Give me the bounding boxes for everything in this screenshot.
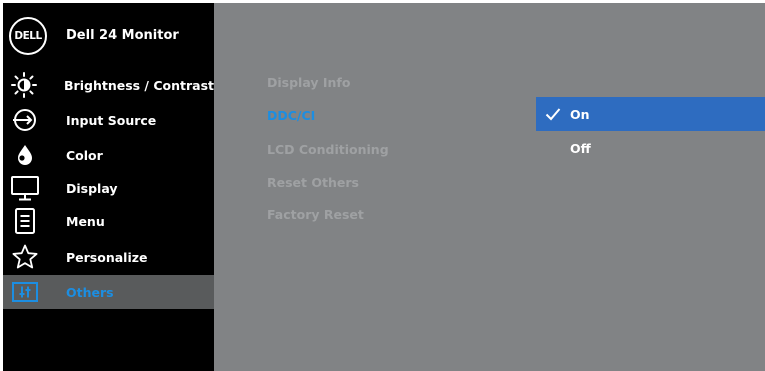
checkmark-icon [540,107,566,121]
submenu-item-ddc-ci[interactable]: DDC/CI [267,108,315,123]
sidebar-item-label: Others [66,284,114,300]
brightness-icon [9,70,39,100]
submenu-panel: Display Info DDC/CI LCD Conditioning Res… [214,3,765,371]
sidebar-item-personalize[interactable]: Personalize [3,240,214,274]
submenu-item-reset-others[interactable]: Reset Others [267,175,359,190]
sidebar-item-label: Color [66,147,103,163]
option-on[interactable]: On [536,97,765,131]
sidebar: DELL Dell 24 Monitor Brightness / Contra… [3,3,214,371]
input-source-icon [9,105,41,135]
sidebar-item-brightness-contrast[interactable]: Brightness / Contrast [3,68,214,102]
option-label: Off [570,140,591,156]
sidebar-item-label: Brightness / Contrast [64,77,214,93]
submenu-item-display-info[interactable]: Display Info [267,75,350,90]
sidebar-item-label: Input Source [66,112,157,128]
monitor-title: Dell 24 Monitor [66,28,179,43]
menu-icon [9,206,41,236]
sidebar-item-display[interactable]: Display [3,171,214,205]
sidebar-item-menu[interactable]: Menu [3,204,214,238]
option-label: On [570,106,590,122]
sidebar-item-label: Display [66,180,118,196]
sidebar-item-color[interactable]: Color [3,138,214,172]
dell-logo: DELL [9,16,47,55]
display-icon [9,173,41,203]
submenu-item-lcd-conditioning[interactable]: LCD Conditioning [267,142,389,157]
monitor-osd: DELL Dell 24 Monitor Brightness / Contra… [3,3,765,371]
sidebar-item-label: Personalize [66,249,148,265]
color-icon [9,140,41,170]
sidebar-item-label: Menu [66,213,105,229]
osd-header: DELL Dell 24 Monitor [3,3,214,68]
sidebar-item-others[interactable]: Others [3,275,214,309]
submenu-item-factory-reset[interactable]: Factory Reset [267,207,364,222]
others-icon [9,277,41,307]
option-off[interactable]: Off [536,131,765,165]
star-icon [9,242,41,272]
sidebar-item-input-source[interactable]: Input Source [3,103,214,137]
